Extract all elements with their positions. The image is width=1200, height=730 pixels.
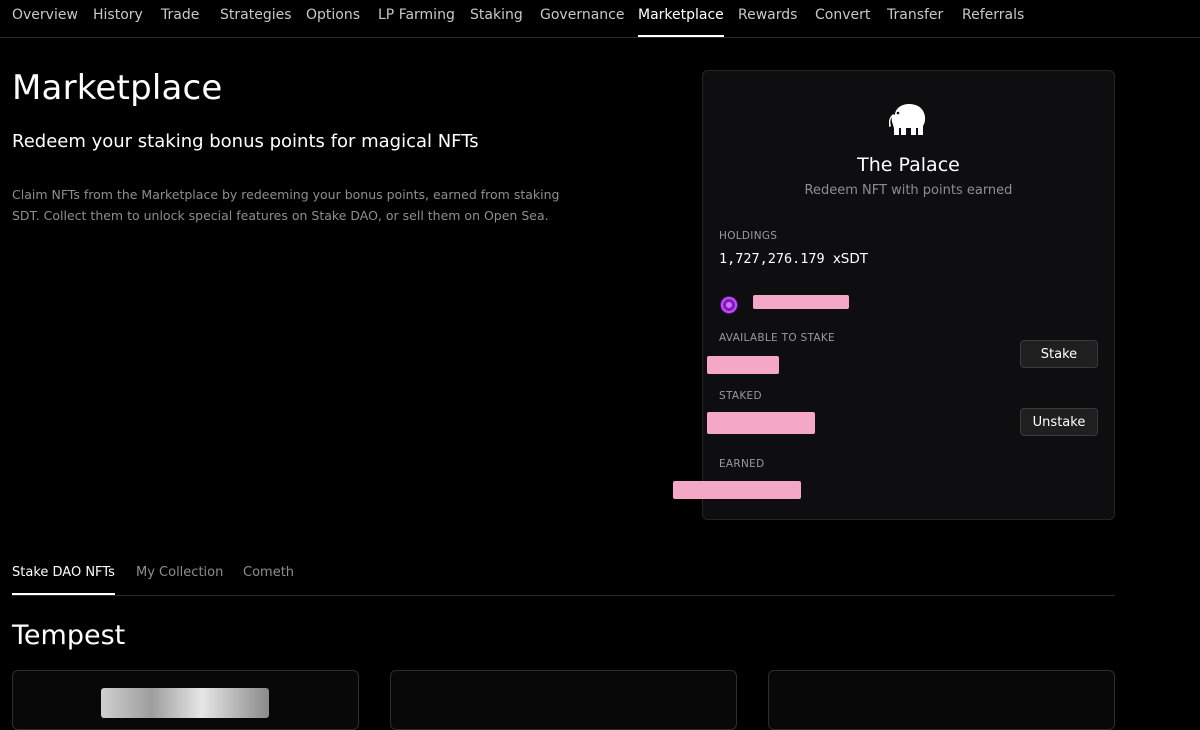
available-label: AVAILABLE TO STAKE xyxy=(719,332,835,344)
nav-marketplace[interactable]: Marketplace xyxy=(638,7,724,37)
nav-governance[interactable]: Governance xyxy=(540,7,624,37)
collection-title: Tempest xyxy=(12,620,126,651)
redacted-value xyxy=(673,481,801,499)
palace-subtitle: Redeem NFT with points earned xyxy=(804,183,1013,198)
redacted-value xyxy=(707,356,779,374)
holdings-label: HOLDINGS xyxy=(719,230,778,242)
collection-tabs: Stake DAO NFTs My Collection Cometh xyxy=(12,560,1115,596)
tab-stake-dao-nfts[interactable]: Stake DAO NFTs xyxy=(12,565,115,595)
nav-transfer[interactable]: Transfer xyxy=(887,7,943,37)
unstake-button[interactable]: Unstake xyxy=(1020,408,1098,436)
nav-options[interactable]: Options xyxy=(306,7,360,37)
nav-overview[interactable]: Overview xyxy=(12,7,78,37)
nav-rewards[interactable]: Rewards xyxy=(738,7,797,37)
earned-label: EARNED xyxy=(719,458,765,470)
staked-label: STAKED xyxy=(719,390,762,402)
nav-history[interactable]: History xyxy=(93,7,143,37)
page-subtitle: Redeem your staking bonus points for mag… xyxy=(12,131,479,152)
nav-lp-farming[interactable]: LP Farming xyxy=(378,7,455,37)
nav-strategies[interactable]: Strategies xyxy=(220,7,292,37)
nft-image xyxy=(101,688,269,718)
holdings-unit: xSDT xyxy=(832,251,869,267)
palace-title: The Palace xyxy=(857,154,960,176)
nav-staking[interactable]: Staking xyxy=(470,7,523,37)
nav-trade[interactable]: Trade xyxy=(161,7,199,37)
nav-referrals[interactable]: Referrals xyxy=(962,7,1024,37)
holdings-amount: 1,727,276.179 xyxy=(719,251,825,267)
top-nav: Overview History Trade Strategies Option… xyxy=(0,0,1200,38)
redacted-value xyxy=(753,295,849,309)
stake-button[interactable]: Stake xyxy=(1020,340,1098,368)
tab-cometh[interactable]: Cometh xyxy=(243,565,294,595)
elephant-icon xyxy=(889,104,926,135)
nft-card[interactable] xyxy=(12,670,359,730)
tab-my-collection[interactable]: My Collection xyxy=(136,565,223,595)
page-title: Marketplace xyxy=(12,68,223,108)
holdings-value: 1,727,276.179 xSDT xyxy=(719,251,868,267)
nft-card[interactable] xyxy=(768,670,1115,730)
nav-convert[interactable]: Convert xyxy=(815,7,870,37)
palace-card: The Palace Redeem NFT with points earned… xyxy=(673,70,1115,520)
token-icon xyxy=(720,296,738,314)
page-description: Claim NFTs from the Marketplace by redee… xyxy=(12,187,560,223)
redacted-value xyxy=(707,412,815,434)
nft-card[interactable] xyxy=(390,670,737,730)
